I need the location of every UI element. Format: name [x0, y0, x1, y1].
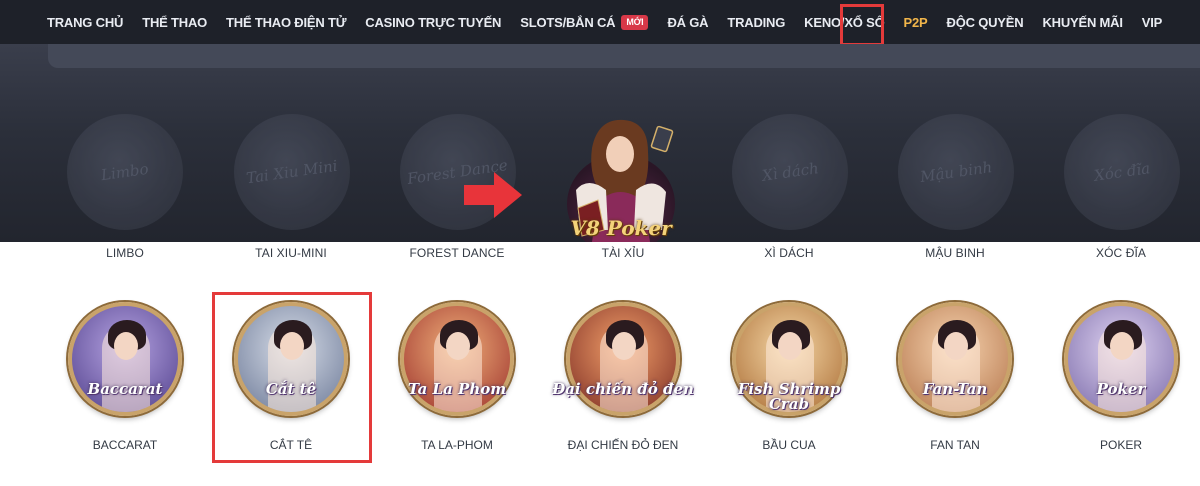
game-thumbnail — [1064, 302, 1178, 416]
nav-label: VIP — [1141, 14, 1163, 30]
game-art-title: Fan-Tan — [922, 380, 988, 398]
face-shape — [446, 332, 470, 360]
game-thumbnail — [898, 302, 1012, 416]
nav-item-p2p[interactable]: P2P — [904, 15, 928, 30]
face-shape — [280, 332, 304, 360]
game-art-title: Ta La Phom — [407, 380, 507, 398]
game-card-fan-tan[interactable]: Fan-Tan FAN TAN — [870, 298, 1040, 468]
hero-title: V8 Poker — [570, 216, 672, 240]
game-label-xi-dach[interactable]: XÌ DÁCH — [704, 246, 874, 260]
nav-item-the-thao[interactable]: THỂ THAO — [142, 15, 207, 30]
arrow-right-icon — [464, 172, 522, 218]
game-ghost-tai-xiu-mini[interactable]: Tai Xiu Mini — [234, 114, 350, 230]
game-label-limbo[interactable]: LIMBO — [40, 246, 210, 260]
nav-label: SLOTS/BẮN CÁ — [520, 14, 616, 30]
game-ghost-xi-dach[interactable]: Xì dách — [732, 114, 848, 230]
game-name: POKER — [1099, 438, 1142, 452]
nav-item-trading[interactable]: TRADING — [727, 15, 785, 30]
game-card-poker[interactable]: Poker POKER — [1036, 298, 1200, 468]
game-card-cat-te[interactable]: Cắt tê CẮT TÊ — [206, 298, 376, 468]
game-art-title: Đại chiến đỏ đen — [552, 380, 694, 398]
game-art-title: Fish Shrimp Crab — [737, 380, 841, 413]
game-thumbnail — [68, 302, 182, 416]
ghost-title: Xóc đĩa — [1092, 158, 1152, 185]
v8-poker-hero[interactable]: V8 Poker — [558, 112, 684, 242]
nav-label: CASINO TRỰC TUYẾN — [365, 14, 502, 30]
face-shape — [612, 332, 636, 360]
game-name: BẦU CUA — [762, 438, 816, 452]
face-shape — [1110, 332, 1134, 360]
game-name: BACCARAT — [92, 438, 158, 452]
game-art-title: Baccarat — [87, 380, 163, 398]
game-name: FAN TAN — [930, 438, 980, 452]
game-ghost-xoc-dia[interactable]: Xóc đĩa — [1064, 114, 1180, 230]
nav-item-casino[interactable]: CASINO TRỰC TUYẾN — [365, 15, 501, 30]
ghost-title: Xì dách — [760, 158, 820, 185]
game-art-title: Poker — [1096, 380, 1146, 398]
nav-label: ĐÁ GÀ — [667, 14, 709, 30]
nav-label: KHUYẾN MÃI — [1042, 14, 1123, 30]
game-name: CẮT TÊ — [269, 438, 313, 452]
game-thumbnail — [566, 302, 680, 416]
nav-item-da-ga[interactable]: ĐÁ GÀ — [667, 15, 708, 30]
face-shape — [944, 332, 968, 360]
game-card-bau-cua[interactable]: Fish Shrimp Crab BẦU CUA — [704, 298, 874, 468]
game-card-baccarat[interactable]: Baccarat BACCARAT — [40, 298, 210, 468]
ghost-title: Tai Xiu Mini — [245, 156, 339, 187]
game-art-title: Cắt tê — [265, 380, 317, 398]
panel-ledge — [48, 44, 1200, 68]
nav-item-keno[interactable]: KENO/XỔ SỐ — [804, 14, 885, 30]
ghost-title: Mậu binh — [918, 157, 994, 186]
nav-label: TRADING — [727, 14, 786, 30]
ghost-title: Limbo — [100, 159, 150, 184]
nav-label: KENO/XỔ SỐ — [804, 14, 885, 30]
nav-item-trang-chu[interactable]: TRANG CHỦ — [47, 15, 123, 30]
nav-item-slots[interactable]: SLOTS/BẮN CÁ MỚI — [520, 14, 649, 30]
p2p-dropdown-panel: Limbo Tai Xiu Mini Forest Dance Xì dách … — [0, 44, 1200, 242]
game-label-forest-dance[interactable]: FOREST DANCE — [372, 246, 542, 260]
game-card-ta-la-phom[interactable]: Ta La Phom TA LA-PHOM — [372, 298, 542, 468]
game-thumbnail — [400, 302, 514, 416]
game-label-xoc-dia[interactable]: XÓC ĐĨA — [1036, 246, 1200, 260]
face-shape — [114, 332, 138, 360]
top-navigation: TRANG CHỦ THỂ THAO THỂ THAO ĐIỆN TỬ CASI… — [0, 0, 1200, 44]
nav-label: ĐỘC QUYỀN — [946, 14, 1024, 30]
game-ghost-mau-binh[interactable]: Mậu binh — [898, 114, 1014, 230]
game-label-tai-xiu[interactable]: TÀI XỈU — [538, 246, 708, 260]
game-name: TA LA-PHOM — [421, 438, 493, 452]
nav-item-vip[interactable]: VIP — [1141, 14, 1163, 30]
game-label-mau-binh[interactable]: MẬU BINH — [870, 246, 1040, 260]
game-label-tai-xiu-mini[interactable]: TAI XIU-MINI — [206, 246, 376, 260]
game-card-dai-chien-do-den[interactable]: Đại chiến đỏ đen ĐẠI CHIẾN ĐỎ ĐEN — [538, 298, 708, 468]
game-name: ĐẠI CHIẾN ĐỎ ĐEN — [567, 438, 679, 452]
nav-item-doc-quyen[interactable]: ĐỘC QUYỀN — [947, 15, 1024, 30]
nav-label: P2P — [903, 14, 928, 30]
nav-label: THỂ THAO ĐIỆN TỬ — [226, 14, 347, 30]
nav-label: THỂ THAO — [142, 14, 208, 30]
nav-item-khuyen-mai[interactable]: KHUYẾN MÃI — [1042, 14, 1123, 30]
face-shape — [778, 332, 802, 360]
nav-item-the-thao-dien-tu[interactable]: THỂ THAO ĐIỆN TỬ — [226, 15, 346, 30]
new-badge: MỚI — [621, 14, 649, 30]
nav-label: TRANG CHỦ — [47, 14, 124, 30]
panel-game-labels: LIMBO TAI XIU-MINI FOREST DANCE TÀI XỈU … — [0, 246, 1200, 266]
game-ghost-limbo[interactable]: Limbo — [67, 114, 183, 230]
game-thumbnail — [234, 302, 348, 416]
